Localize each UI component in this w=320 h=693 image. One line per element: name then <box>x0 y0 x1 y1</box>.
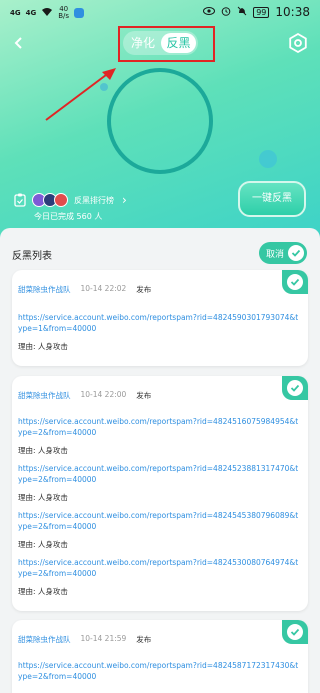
card-select-toggle[interactable] <box>282 376 308 400</box>
report-reason: 理由: 人身攻击 <box>18 446 68 455</box>
list-title: 反黑列表 <box>12 251 52 262</box>
clock: 10:38 <box>275 5 310 19</box>
wifi-icon <box>41 7 53 20</box>
report-url-link[interactable]: https://service.account.weibo.com/report… <box>18 312 302 334</box>
app-notification-icon <box>74 8 85 18</box>
today-completed-text: 今日已完成 560 人 <box>34 212 103 221</box>
post-time: 10-14 21:59 <box>80 634 127 643</box>
report-url-link[interactable]: https://service.account.weibo.com/report… <box>18 660 302 682</box>
card-header: 甜菜除虫作战队 10-14 21:59 发布 <box>18 634 151 645</box>
post-time: 10-14 22:02 <box>80 284 127 293</box>
author-link[interactable]: 甜菜除虫作战队 <box>18 634 71 645</box>
check-icon <box>287 624 303 640</box>
report-url-link[interactable]: https://service.account.weibo.com/report… <box>18 416 302 438</box>
signal-left: 4G <box>10 9 21 17</box>
report-reason: 理由: 人身攻击 <box>18 540 68 549</box>
report-card: 甜菜除虫作战队 10-14 22:02 发布 https://service.a… <box>12 270 308 366</box>
header-area: 4G 4G 40 B/s 99 10:38 净化 反黑 反黑排行榜 › 今日已完… <box>0 0 320 250</box>
report-url-link[interactable]: https://service.account.weibo.com/report… <box>18 463 302 485</box>
card-select-toggle[interactable] <box>282 620 308 644</box>
report-item: https://service.account.weibo.com/report… <box>18 557 302 597</box>
chevron-left-icon <box>14 37 22 49</box>
back-button[interactable] <box>8 32 30 54</box>
anti-black-list-panel: 反黑列表 取消 甜菜除虫作战队 10-14 22:02 发布 https://s… <box>0 228 320 693</box>
ranking-label: 反黑排行榜 <box>74 195 114 205</box>
report-url-link[interactable]: https://service.account.weibo.com/report… <box>18 510 302 532</box>
report-card: 甜菜除虫作战队 10-14 22:00 发布 https://service.a… <box>12 376 308 611</box>
check-icon <box>287 380 303 396</box>
card-header: 甜菜除虫作战队 10-14 22:00 发布 <box>18 390 151 401</box>
decorative-dot <box>259 150 277 168</box>
card-header: 甜菜除虫作战队 10-14 22:02 发布 <box>18 284 151 295</box>
check-icon <box>287 274 303 290</box>
cancel-button[interactable]: 取消 <box>259 242 307 264</box>
mode-toggle[interactable]: 净化 反黑 <box>123 31 198 55</box>
report-item: https://service.account.weibo.com/report… <box>18 660 302 682</box>
progress-ring <box>107 68 213 174</box>
cancel-label: 取消 <box>266 250 285 260</box>
report-url-link[interactable]: https://service.account.weibo.com/report… <box>18 557 302 579</box>
battery-indicator: 99 <box>253 6 270 18</box>
ranking-link[interactable]: 反黑排行榜 › <box>14 192 127 208</box>
toggle-option-anti-black[interactable]: 反黑 <box>161 33 196 53</box>
report-item: https://service.account.weibo.com/report… <box>18 510 302 550</box>
post-action: 发布 <box>136 391 152 400</box>
author-link[interactable]: 甜菜除虫作战队 <box>18 390 71 401</box>
report-item: https://service.account.weibo.com/report… <box>18 463 302 503</box>
report-item: https://service.account.weibo.com/report… <box>18 312 302 352</box>
chevron-right-icon: › <box>122 193 127 207</box>
settings-button[interactable] <box>288 32 308 54</box>
alarm-icon <box>221 6 231 19</box>
status-bar: 4G 4G 40 B/s 99 10:38 <box>0 0 320 24</box>
signal-right: 4G <box>25 9 37 17</box>
avatar-group <box>32 193 68 207</box>
decorative-dot <box>100 83 108 91</box>
mute-icon <box>237 6 247 19</box>
one-click-anti-black-button[interactable]: 一键反黑 <box>238 181 306 217</box>
gear-icon <box>289 32 307 54</box>
report-reason: 理由: 人身攻击 <box>18 342 68 351</box>
eye-icon <box>203 6 216 18</box>
post-action: 发布 <box>136 635 152 644</box>
report-card: 甜菜除虫作战队 10-14 21:59 发布 https://service.a… <box>12 620 308 693</box>
check-icon <box>288 245 304 261</box>
report-item: https://service.account.weibo.com/report… <box>18 416 302 456</box>
clipboard-icon <box>14 193 26 207</box>
toggle-option-purify[interactable]: 净化 <box>127 33 159 53</box>
author-link[interactable]: 甜菜除虫作战队 <box>18 284 71 295</box>
network-speed: 40 B/s <box>58 5 70 20</box>
card-select-toggle[interactable] <box>282 270 308 294</box>
post-action: 发布 <box>136 285 152 294</box>
avatar <box>54 193 68 207</box>
post-time: 10-14 22:00 <box>80 390 127 399</box>
report-reason: 理由: 人身攻击 <box>18 587 68 596</box>
report-reason: 理由: 人身攻击 <box>18 493 68 502</box>
